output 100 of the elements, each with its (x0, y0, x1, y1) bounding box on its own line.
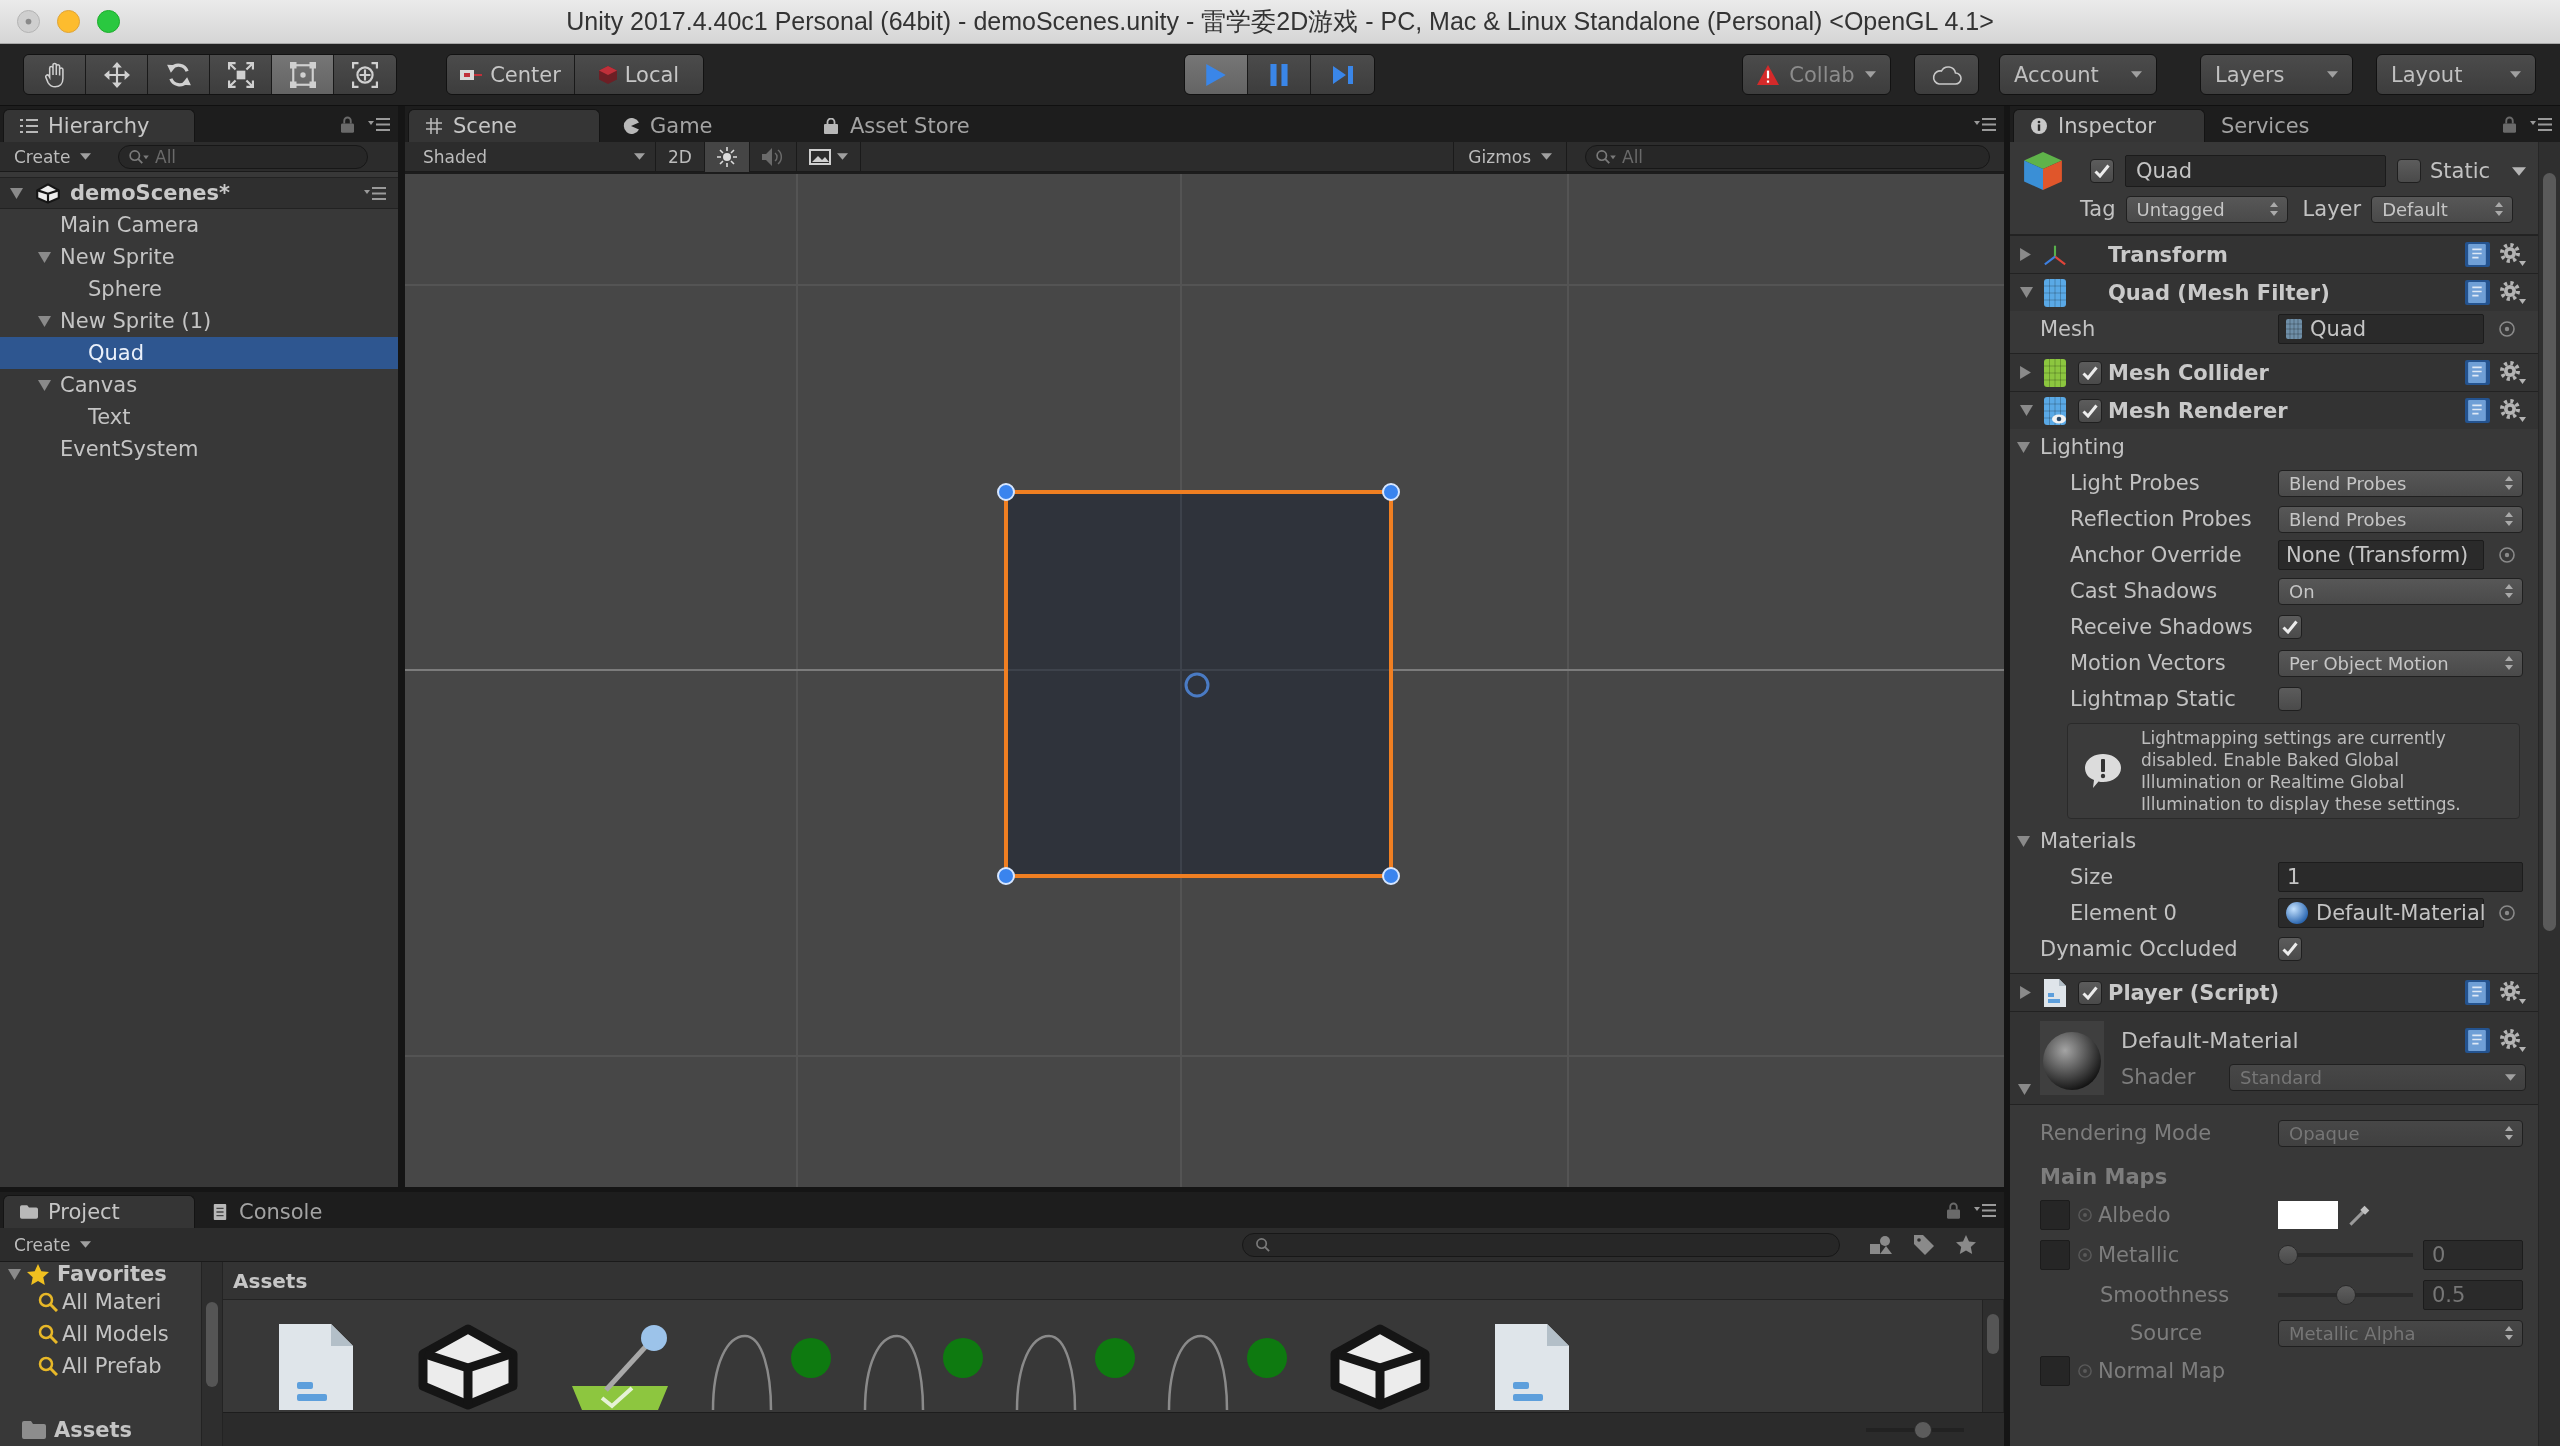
panel-tab[interactable]: Scene (408, 109, 600, 142)
book-icon[interactable] (2465, 280, 2490, 305)
object-field[interactable]: Quad (2278, 314, 2484, 344)
target-icon[interactable] (2499, 321, 2515, 337)
create-dropdown[interactable]: Create (6, 143, 99, 170)
slider-thumb[interactable] (1914, 1420, 1932, 1439)
menu-icon[interactable] (1974, 1203, 1996, 1217)
search-field[interactable] (1242, 1232, 1840, 1257)
gear-icon[interactable] (2500, 981, 2526, 1004)
checkbox[interactable] (2278, 937, 2302, 961)
saved-search-item[interactable]: All Prefab (0, 1350, 201, 1382)
dropdown[interactable]: Per Object Motion (2278, 649, 2523, 677)
close-icon[interactable] (17, 10, 40, 33)
panel-tab[interactable]: Project (3, 1195, 195, 1228)
hierarchy-item[interactable]: EventSystem (0, 433, 398, 465)
shapes-icon[interactable] (1870, 1235, 1892, 1254)
scrollbar[interactable] (201, 1262, 223, 1446)
foldout-arrow-icon[interactable] (2017, 835, 2030, 847)
foldout-arrow-icon[interactable] (38, 251, 51, 263)
move-tool-button[interactable] (86, 55, 148, 94)
hierarchy-tab[interactable]: Hierarchy (3, 109, 195, 142)
create-dropdown[interactable]: Create (6, 1231, 99, 1258)
foldout-arrow-icon[interactable] (38, 315, 51, 327)
rect-tool-button[interactable] (272, 55, 334, 94)
gear-icon[interactable] (2500, 243, 2526, 266)
lock-icon[interactable] (1947, 1201, 1960, 1219)
gear-icon[interactable] (2500, 281, 2526, 304)
number-field[interactable]: 1 (2278, 862, 2523, 892)
static-checkbox[interactable] (2397, 159, 2421, 183)
panel-tab[interactable]: Game (600, 109, 800, 142)
gizmos-dropdown[interactable]: Gizmos (1453, 141, 1567, 172)
foldout-arrow-icon[interactable] (10, 187, 23, 199)
panel-tab[interactable]: Asset Store (800, 109, 1000, 142)
pivot-button[interactable]: Center (447, 55, 575, 94)
tag-dropdown[interactable]: Untagged (2125, 195, 2288, 223)
hand-tool-button[interactable] (24, 55, 86, 94)
gear-icon[interactable] (2500, 1028, 2526, 1052)
rotate-tool-button[interactable] (148, 55, 210, 94)
saved-search-item[interactable]: All Models (0, 1318, 201, 1350)
dropdown[interactable]: On (2278, 577, 2523, 605)
active-checkbox[interactable] (2090, 159, 2114, 183)
maximize-icon[interactable] (97, 10, 120, 33)
enabled-checkbox[interactable] (2078, 980, 2102, 1005)
star-icon[interactable] (1956, 1235, 1976, 1254)
enabled-checkbox[interactable] (2078, 398, 2102, 423)
component-header[interactable]: Quad (Mesh Filter) (2010, 273, 2538, 311)
component-header[interactable]: Player (Script) (2010, 973, 2538, 1011)
lock-icon[interactable] (2503, 115, 2516, 133)
breadcrumb-label[interactable]: Assets (233, 1268, 308, 1293)
hierarchy-item[interactable]: Quad (0, 337, 398, 369)
name-field[interactable]: Quad (2125, 155, 2386, 187)
menu-icon[interactable] (2530, 117, 2552, 131)
component-header[interactable]: Mesh Collider (2010, 353, 2538, 391)
pause-button[interactable] (1248, 55, 1311, 94)
foldout-arrow-icon[interactable] (2020, 405, 2033, 416)
tag-icon[interactable] (1914, 1234, 1934, 1255)
scrollbar[interactable] (2538, 142, 2560, 1446)
shading-dropdown[interactable]: Shaded (411, 141, 656, 172)
foldout-arrow-icon[interactable] (8, 1268, 21, 1280)
hierarchy-item[interactable]: Main Camera (0, 209, 398, 241)
scrollbar-thumb[interactable] (2543, 173, 2556, 931)
scrollbar-thumb[interactable] (1987, 1314, 1999, 1354)
panel-tab[interactable]: Console (195, 1195, 387, 1228)
caret-icon[interactable] (2512, 166, 2527, 176)
target-icon[interactable] (2499, 547, 2515, 563)
foldout-arrow-icon[interactable] (2017, 441, 2030, 453)
foldout-arrow-icon[interactable] (2020, 366, 2031, 379)
hierarchy-item[interactable]: New Sprite (1) (0, 305, 398, 337)
saved-search-item[interactable]: All Materi (0, 1286, 201, 1318)
target-icon[interactable] (2499, 905, 2515, 921)
object-field[interactable]: None (Transform) (2278, 540, 2484, 570)
foldout-arrow-icon[interactable] (2020, 248, 2031, 261)
panel-tab[interactable]: Services (2205, 109, 2397, 142)
step-button[interactable] (1311, 55, 1374, 94)
hierarchy-item[interactable]: Text (0, 401, 398, 433)
checkbox[interactable] (2278, 615, 2302, 639)
book-icon[interactable] (2465, 1027, 2490, 1053)
panel-tab[interactable]: Inspector (2013, 109, 2205, 142)
menu-icon[interactable] (364, 186, 386, 200)
play-button[interactable] (1185, 55, 1248, 94)
layers-dropdown[interactable]: Layers (2200, 54, 2353, 95)
book-icon[interactable] (2465, 980, 2490, 1005)
dropdown[interactable]: Blend Probes (2278, 469, 2523, 497)
foldout-arrow-icon[interactable] (38, 379, 51, 391)
hierarchy-item[interactable]: Canvas (0, 369, 398, 401)
scrollbar-thumb[interactable] (206, 1302, 218, 1387)
component-header[interactable]: Transform (2010, 235, 2538, 273)
eyedropper-icon[interactable] (2348, 1203, 2372, 1227)
hierarchy-item[interactable]: Sphere (0, 273, 398, 305)
layer-dropdown[interactable]: Default (2371, 195, 2514, 223)
book-icon[interactable] (2465, 242, 2490, 267)
account-dropdown[interactable]: Account (1999, 54, 2157, 95)
scrollbar[interactable] (1982, 1300, 2004, 1412)
foldout-arrow-icon[interactable] (2020, 986, 2031, 999)
cloud-button[interactable] (1914, 54, 1979, 95)
object-field[interactable]: Default-Material (2278, 898, 2484, 928)
foldout-arrow-icon[interactable] (2020, 287, 2033, 298)
hierarchy-item[interactable]: New Sprite (0, 241, 398, 273)
checkbox[interactable] (2278, 687, 2302, 711)
menu-icon[interactable] (1974, 117, 1996, 131)
